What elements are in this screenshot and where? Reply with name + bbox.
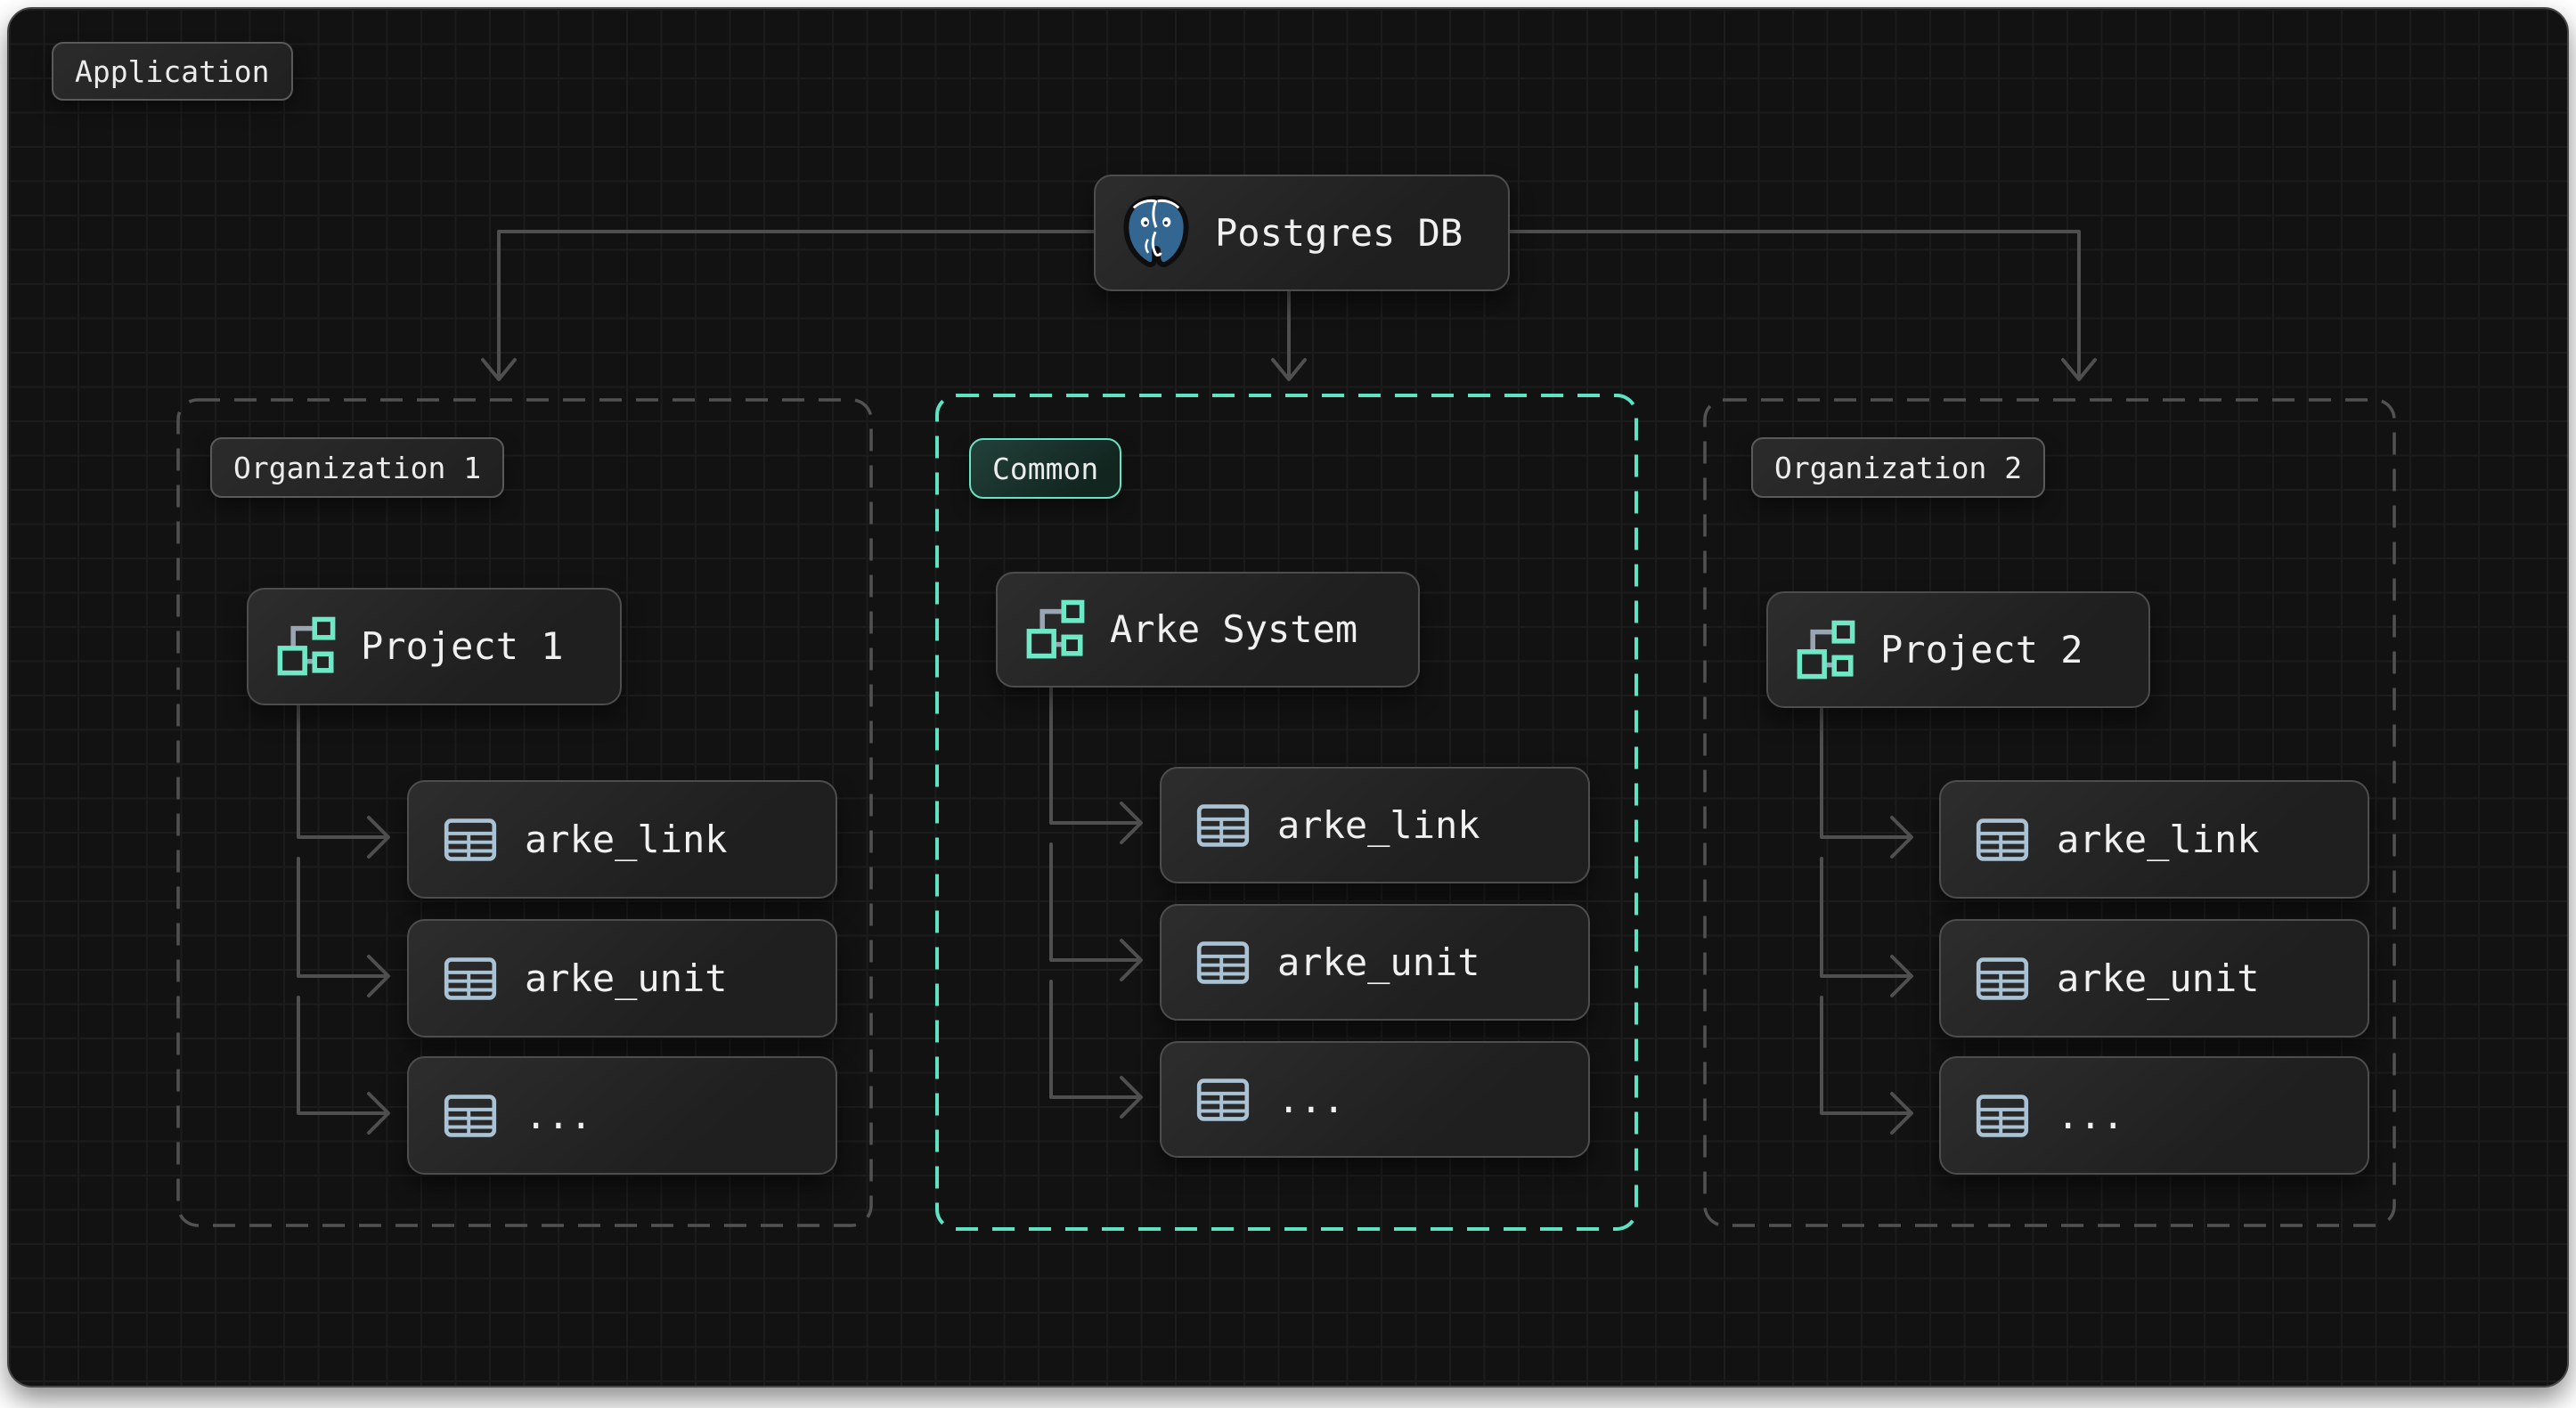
edge-postgres-to-org1	[481, 230, 1097, 381]
diagram-page: { "diagram": { "application_label": "App…	[0, 0, 2576, 1408]
org2-label-chip: Organization 2	[1751, 437, 2046, 498]
application-label-chip: Application	[52, 42, 293, 101]
edge-project2-to-arke-unit	[1820, 857, 1913, 997]
org2-table-more: ...	[1939, 1056, 2369, 1175]
table-label: ...	[525, 1093, 592, 1137]
project-nodes-icon	[277, 616, 336, 676]
common-table-arke-unit: arke_unit	[1160, 904, 1590, 1021]
table-icon	[1196, 940, 1250, 984]
postgresql-elephant-icon	[1123, 195, 1189, 267]
table-icon	[444, 956, 497, 1000]
table-label: arke_unit	[525, 956, 728, 1000]
table-icon	[1976, 1094, 2029, 1137]
table-icon	[1976, 956, 2029, 1000]
edge-project1-to-arke-unit	[297, 857, 390, 997]
edge-project2-to-arke-link	[1820, 704, 1913, 859]
org1-table-arke-unit: arke_unit	[407, 919, 837, 1038]
table-icon	[444, 818, 497, 861]
org1-table-arke-link: arke_link	[407, 780, 837, 899]
project1-node: Project 1	[247, 588, 622, 705]
arke-system-node: Arke System	[996, 572, 1420, 688]
table-icon	[444, 1094, 497, 1137]
postgres-db-label: Postgres DB	[1215, 210, 1463, 255]
org2-table-arke-unit: arke_unit	[1939, 919, 2369, 1038]
edge-arkesystem-to-arke-link	[1049, 684, 1143, 844]
table-icon	[1976, 818, 2029, 861]
table-label: arke_link	[1277, 802, 1480, 847]
table-label: ...	[1277, 1077, 1345, 1121]
edge-project2-to-more	[1820, 996, 1913, 1135]
common-label: Common	[992, 451, 1099, 486]
project1-label: Project 1	[361, 624, 564, 668]
org2-label: Organization 2	[1774, 450, 2023, 485]
table-label: arke_link	[525, 817, 728, 861]
table-label: arke_unit	[2057, 956, 2260, 1000]
edge-postgres-to-org2	[1480, 230, 2097, 381]
arke-system-label: Arke System	[1110, 607, 1358, 651]
edge-arkesystem-to-arke-unit	[1049, 842, 1143, 981]
org1-table-more: ...	[407, 1056, 837, 1175]
edge-project1-to-arke-link	[297, 704, 390, 859]
org1-label-chip: Organization 1	[210, 437, 505, 498]
edge-postgres-to-common	[1271, 289, 1307, 381]
table-icon	[1196, 803, 1250, 847]
postgres-db-node: Postgres DB	[1094, 175, 1510, 291]
project-nodes-icon	[1026, 599, 1085, 659]
table-label: arke_link	[2057, 817, 2260, 861]
org1-label: Organization 1	[233, 450, 482, 485]
table-icon	[1196, 1078, 1250, 1121]
table-label: arke_unit	[1277, 940, 1480, 984]
project-nodes-icon	[1797, 620, 1855, 679]
common-label-chip: Common	[969, 438, 1122, 499]
common-table-more: ...	[1160, 1041, 1590, 1158]
project2-label: Project 2	[1880, 627, 2083, 671]
edge-project1-to-more	[297, 996, 390, 1135]
project2-node: Project 2	[1766, 591, 2150, 708]
edge-arkesystem-to-more	[1049, 980, 1143, 1119]
table-label: ...	[2057, 1093, 2124, 1137]
common-table-arke-link: arke_link	[1160, 767, 1590, 883]
application-label: Application	[75, 53, 270, 89]
org2-table-arke-link: arke_link	[1939, 780, 2369, 899]
